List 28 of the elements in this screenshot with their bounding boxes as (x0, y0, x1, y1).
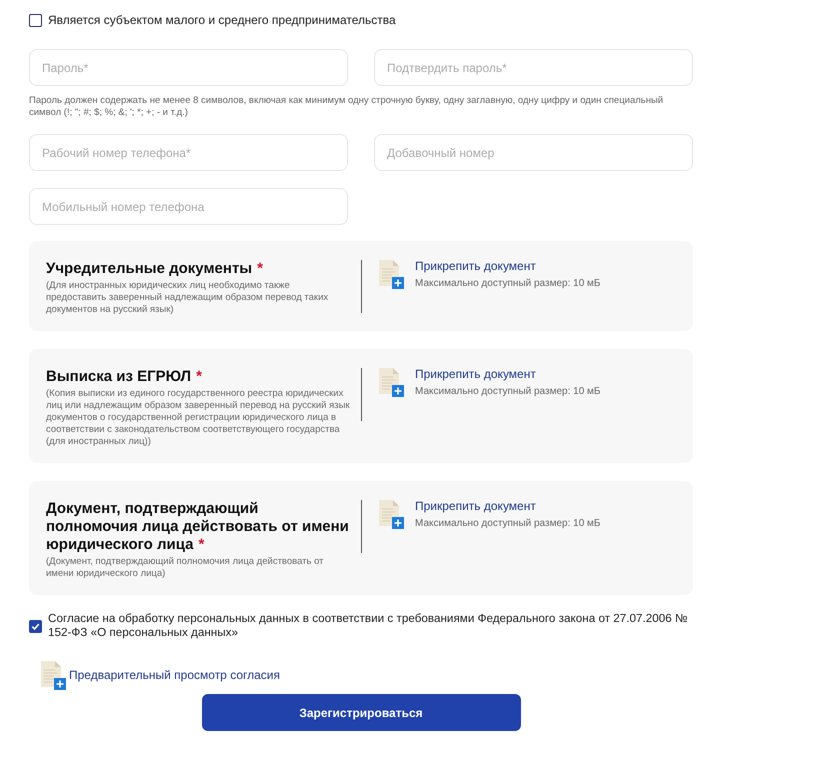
consent-label: Согласие на обработку персональных данных в соответствии с требованиями Федерального закона от 27.07.2006 № 152-ФЗ «О персональных данных» (48, 612, 689, 640)
document-title: Учредительные документы * (46, 260, 264, 278)
document-add-icon[interactable] (378, 367, 404, 397)
document-title: Документ, подтверждающий полномочия лица действовать от имени юридического лица * (46, 500, 350, 554)
max-size-note: Максимально доступный размер: 10 мБ (415, 518, 600, 530)
attach-document-link[interactable]: Прикрепить документ (415, 499, 600, 513)
document-description: (Документ, подтверждающий полномочия лица действовать от имени юридического лица) (46, 556, 325, 580)
document-description: (Копия выписки из единого государственного реестра юридических лиц или надлежащим образом заверенный перевод на русский язык документов о государственной регистрации юридического лица в соответствии с законодательством соответствующего государства (для иностранных лиц)) (46, 388, 351, 448)
document-add-icon[interactable] (378, 499, 404, 529)
attach-document-link[interactable]: Прикрепить документ (415, 367, 600, 381)
phone-field[interactable]: Добавочный номер (374, 134, 693, 171)
document-title: Выписка из ЕГРЮЛ * (46, 368, 203, 386)
password-field[interactable]: Подтвердить пароль* (374, 49, 693, 86)
password-hint: Пароль должен содержать не менее 8 символов, включая как минимум одну строчную букву, одну заглавную, одну цифру и один специальный символ (!; "; #; $; %; &; '; *; +; - и т.д.) (29, 95, 664, 119)
document-add-icon[interactable] (378, 259, 404, 289)
attach-document-link[interactable]: Прикрепить документ (415, 259, 600, 273)
document-add-icon[interactable] (40, 660, 66, 690)
checkbox[interactable] (29, 14, 42, 26)
password-field[interactable]: Пароль* (29, 49, 348, 86)
consent-checkbox[interactable] (29, 620, 42, 632)
document-description: (Для иностранных юридических лиц необходимо также предоставить заверенный надлежащим образом перевод таких документов на русский язык) (46, 280, 330, 316)
phone-field[interactable]: Мобильный номер телефона (29, 188, 348, 225)
consent-preview-link[interactable]: Предварительный просмотр согласия (69, 668, 280, 682)
max-size-note: Максимально доступный размер: 10 мБ (415, 278, 600, 290)
checkbox-label: Является субъектом малого и среднего предпринимательства (48, 13, 396, 27)
max-size-note: Максимально доступный размер: 10 мБ (415, 386, 600, 398)
register-button[interactable]: Зарегистрироваться (202, 694, 520, 731)
phone-field[interactable]: Рабочий номер телефона* (29, 134, 348, 171)
